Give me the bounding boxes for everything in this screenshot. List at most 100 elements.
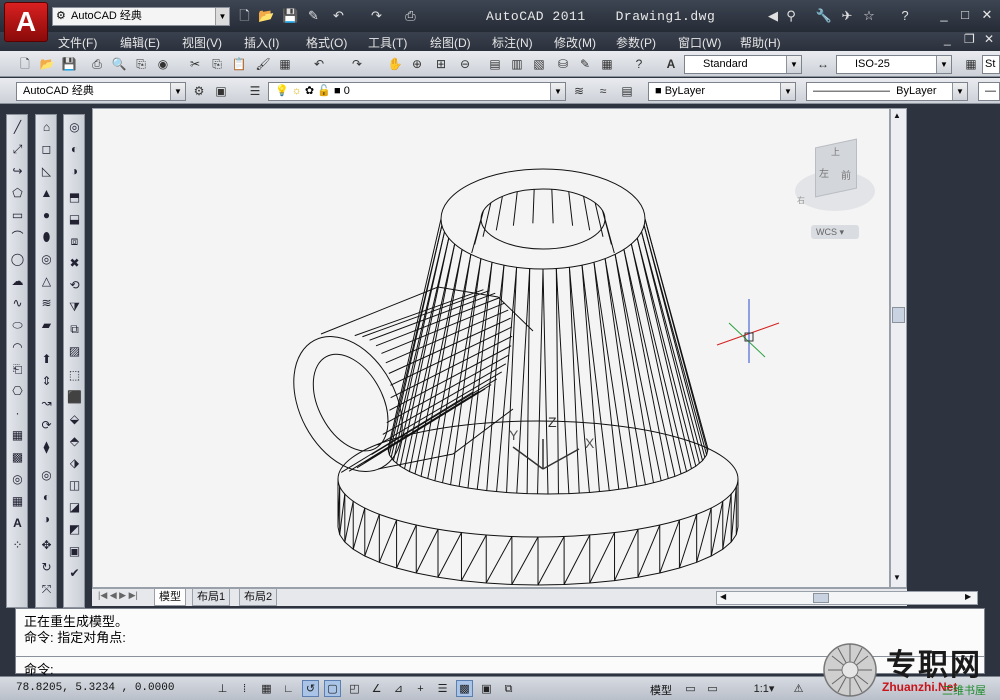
- imprint-icon[interactable]: ⬙: [66, 411, 83, 428]
- tab-nav-first[interactable]: |◀ ◀ ▶ ▶|: [98, 590, 138, 601]
- copy-icon[interactable]: ⎘: [208, 55, 226, 73]
- flatshot-icon[interactable]: ▣: [66, 543, 83, 560]
- workspace-settings-icon[interactable]: ⚙: [190, 82, 208, 100]
- menu-draw[interactable]: 绘图(D): [430, 34, 471, 51]
- pyramid-icon[interactable]: △: [38, 273, 55, 290]
- rotate-faces-icon[interactable]: ⟲: [66, 277, 83, 294]
- hatch-icon[interactable]: ▦: [9, 427, 26, 444]
- presspull-icon[interactable]: ⇕: [38, 373, 55, 390]
- wedge-icon[interactable]: ◺: [38, 163, 55, 180]
- arc-icon[interactable]: ⌒: [9, 229, 26, 246]
- helix-icon[interactable]: ≋: [38, 295, 55, 312]
- add-selected-icon[interactable]: ⁘: [9, 537, 26, 554]
- wrench-icon[interactable]: 🔧: [815, 8, 833, 24]
- sheet-set-icon[interactable]: ⛁: [554, 55, 572, 73]
- application-menu-button[interactable]: A: [4, 2, 48, 42]
- tab-layout2[interactable]: 布局2: [239, 589, 278, 606]
- revision-cloud-icon[interactable]: ☁: [9, 273, 26, 290]
- multiline-text-icon[interactable]: A: [9, 515, 26, 532]
- union-icon[interactable]: ◎: [66, 119, 83, 136]
- 3d-move-icon[interactable]: ✥: [38, 537, 55, 554]
- open-file-icon[interactable]: 📂: [258, 8, 275, 24]
- redo-icon[interactable]: ↷: [368, 8, 385, 24]
- planar-surface-icon[interactable]: ▰: [38, 317, 55, 334]
- make-block-icon[interactable]: ⎔: [9, 383, 26, 400]
- 3d-dwf-icon[interactable]: ◉: [154, 55, 172, 73]
- menu-edit[interactable]: 编辑(E): [120, 34, 160, 51]
- table-style-icon[interactable]: ▦: [962, 55, 980, 73]
- text-style-icon[interactable]: A: [662, 55, 680, 73]
- ortho-icon[interactable]: ∟: [280, 680, 297, 697]
- scroll-thumb[interactable]: [892, 307, 905, 323]
- help-icon[interactable]: ?: [896, 8, 914, 24]
- scroll-down-arrow[interactable]: ▼: [893, 573, 901, 582]
- color-faces-icon[interactable]: ▨: [66, 343, 83, 360]
- annotation-visibility-icon[interactable]: ⚠: [790, 680, 807, 697]
- cylinder-icon[interactable]: ⬮: [38, 229, 55, 246]
- polar-tracking-icon[interactable]: ↺: [302, 680, 319, 697]
- ellipse-arc-icon[interactable]: ◠: [9, 339, 26, 356]
- line-icon[interactable]: ╱: [9, 119, 26, 136]
- checkmark-icon[interactable]: ✔: [66, 565, 83, 582]
- copy-faces-icon[interactable]: ⧉: [66, 321, 83, 338]
- intersect-icon[interactable]: ◑: [66, 163, 83, 180]
- markup-icon[interactable]: ✎: [576, 55, 594, 73]
- wcs-menu[interactable]: WCS ▾: [811, 225, 859, 239]
- union-icon[interactable]: ◎: [38, 467, 55, 484]
- menu-insert[interactable]: 插入(I): [244, 34, 279, 51]
- new-file-icon[interactable]: 🗋: [236, 8, 253, 24]
- open-icon[interactable]: 📂: [38, 55, 56, 73]
- dim-style-icon[interactable]: ↔: [814, 55, 832, 73]
- selection-cycling-icon[interactable]: ⧉: [500, 680, 517, 697]
- extrude-icon[interactable]: ⬆: [38, 351, 55, 368]
- intersect-icon[interactable]: ◑: [38, 511, 55, 528]
- match-properties-icon[interactable]: 🖌: [254, 55, 272, 73]
- snap-mode-icon[interactable]: ⁞: [236, 680, 253, 697]
- plot-icon[interactable]: ⎙: [402, 8, 419, 24]
- spline-icon[interactable]: ∿: [9, 295, 26, 312]
- quickcalc-icon[interactable]: ▦: [598, 55, 616, 73]
- hscroll-thumb[interactable]: [813, 593, 829, 603]
- paste-icon[interactable]: 📋: [230, 55, 248, 73]
- scroll-up-arrow[interactable]: ▲: [893, 111, 901, 120]
- construction-line-icon[interactable]: ⤢: [9, 141, 26, 158]
- color-edges-icon[interactable]: ⬛: [66, 389, 83, 406]
- layer-combo[interactable]: 💡 ☼ ✿ 🔓 ■ 0 ▼: [268, 82, 566, 101]
- doc-minimize-button[interactable]: _: [944, 32, 951, 46]
- linetype-combo[interactable]: ——————— ByLayer ▼: [806, 82, 968, 101]
- menu-file[interactable]: 文件(F): [58, 34, 97, 51]
- subtract-icon[interactable]: ◐: [38, 489, 55, 506]
- clean-icon[interactable]: ⬘: [66, 433, 83, 450]
- make-current-layer-icon[interactable]: ≋: [570, 82, 588, 100]
- section-plane-icon[interactable]: ◩: [66, 521, 83, 538]
- doc-close-button[interactable]: ✕: [984, 32, 994, 46]
- taper-faces-icon[interactable]: ⧩: [66, 299, 83, 316]
- polysolid-icon[interactable]: ⌂: [38, 119, 55, 136]
- object-snap-tracking-icon[interactable]: ∠: [368, 680, 385, 697]
- pan-icon[interactable]: ✋: [386, 55, 404, 73]
- object-snap-icon[interactable]: ▢: [324, 680, 341, 697]
- menu-modify[interactable]: 修改(M): [554, 34, 596, 51]
- revolve-icon[interactable]: ⟳: [38, 417, 55, 434]
- layer-previous-icon[interactable]: ≈: [594, 82, 612, 100]
- menu-parametric[interactable]: 参数(P): [616, 34, 656, 51]
- circle-icon[interactable]: ◯: [9, 251, 26, 268]
- tab-model[interactable]: 模型: [154, 589, 186, 606]
- save-icon[interactable]: 💾: [282, 8, 299, 24]
- loft-icon[interactable]: ⧫: [38, 439, 55, 456]
- text-style-combo[interactable]: Standard ▼: [684, 55, 802, 74]
- plot-icon[interactable]: ⎙: [88, 55, 106, 73]
- table-style-combo[interactable]: St: [982, 55, 1000, 74]
- publish-icon[interactable]: ⎘: [132, 55, 150, 73]
- save-as-icon[interactable]: ✎: [305, 8, 322, 24]
- sweep-icon[interactable]: ↝: [38, 395, 55, 412]
- save-icon[interactable]: 💾: [60, 55, 78, 73]
- infer-constraints-icon[interactable]: ⊥: [214, 680, 231, 697]
- copy-edges-icon[interactable]: ⬚: [66, 367, 83, 384]
- check-icon[interactable]: ◪: [66, 499, 83, 516]
- ellipse-icon[interactable]: ⬭: [9, 317, 26, 334]
- search-icon[interactable]: ◀: [764, 8, 782, 24]
- redo-icon[interactable]: ↷: [348, 55, 366, 73]
- transparency-icon[interactable]: ▩: [456, 680, 473, 697]
- maximize-button[interactable]: □: [954, 6, 976, 24]
